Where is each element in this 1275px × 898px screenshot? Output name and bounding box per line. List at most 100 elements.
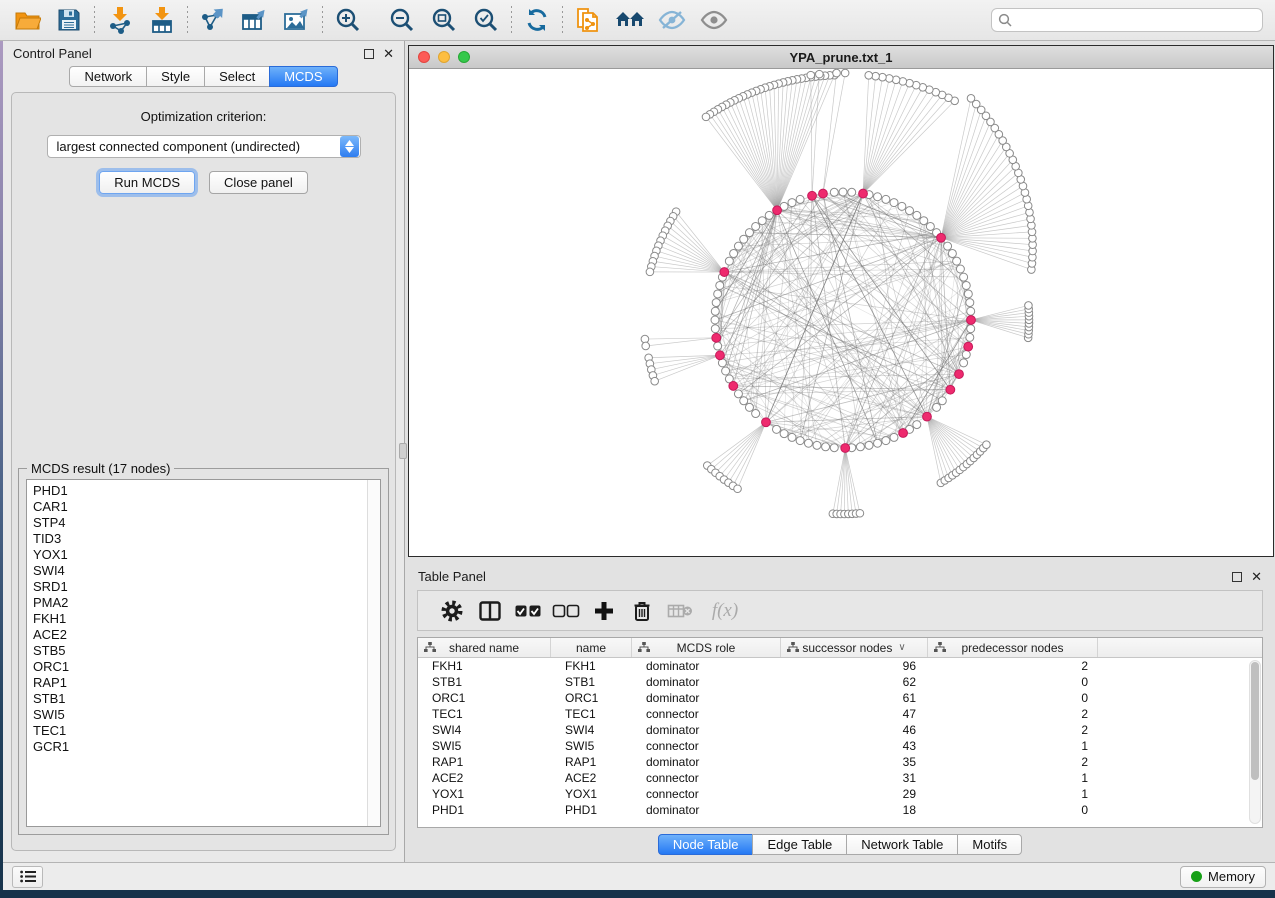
float-panel-icon[interactable]	[364, 49, 374, 59]
mcds-result-item[interactable]: STB5	[33, 643, 380, 659]
split-view-icon[interactable]	[471, 596, 509, 626]
mcds-result-group: MCDS result (17 nodes) PHD1CAR1STP4TID3Y…	[18, 468, 389, 835]
table-row[interactable]: FKH1FKH1dominator962	[418, 658, 1248, 674]
run-mcds-button[interactable]: Run MCDS	[99, 171, 195, 194]
fx-label: f(x)	[712, 600, 738, 622]
zoom-selected-icon[interactable]	[471, 6, 501, 34]
mcds-result-item[interactable]: TEC1	[33, 723, 380, 739]
refresh-view-icon[interactable]	[522, 6, 552, 34]
table-tab-motifs[interactable]: Motifs	[957, 834, 1022, 855]
close-panel-button[interactable]: Close panel	[209, 171, 308, 194]
mcds-result-item[interactable]: STB1	[33, 691, 380, 707]
table-tab-edge-table[interactable]: Edge Table	[752, 834, 847, 855]
table-row[interactable]: ACE2ACE2connector311	[418, 770, 1248, 786]
mcds-result-item[interactable]: PMA2	[33, 595, 380, 611]
memory-status-icon	[1191, 871, 1202, 882]
column-header-shared-name[interactable]: shared name	[418, 638, 551, 657]
float-table-panel-icon[interactable]	[1232, 572, 1242, 582]
tab-network[interactable]: Network	[69, 66, 147, 87]
table-row[interactable]: SWI4SWI4dominator462	[418, 722, 1248, 738]
mcds-panel: Optimization criterion: largest connecte…	[11, 92, 396, 851]
mcds-result-item[interactable]: GCR1	[33, 739, 380, 755]
criterion-dropdown[interactable]: largest connected component (undirected)	[47, 135, 361, 158]
node-table: shared namenameMCDS rolesuccessor nodes∨…	[417, 637, 1263, 828]
delete-table-icon[interactable]	[661, 596, 699, 626]
save-session-icon[interactable]	[54, 6, 84, 34]
close-panel-icon[interactable]: ✕	[383, 49, 394, 59]
network-window-title: YPA_prune.txt_1	[409, 50, 1273, 65]
duplicate-network-icon[interactable]	[573, 6, 603, 34]
table-panel-title: Table Panel	[418, 569, 486, 584]
panel-divider-grip[interactable]	[399, 443, 407, 459]
export-table-icon[interactable]	[240, 6, 270, 34]
mcds-result-list[interactable]: PHD1CAR1STP4TID3YOX1SWI4SRD1PMA2FKH1ACE2…	[26, 479, 381, 827]
delete-column-icon[interactable]	[623, 596, 661, 626]
mcds-result-item[interactable]: STP4	[33, 515, 380, 531]
show-panel-icon[interactable]	[699, 6, 729, 34]
open-session-icon[interactable]	[12, 6, 42, 34]
settings-icon[interactable]	[433, 596, 471, 626]
mcds-result-item[interactable]: PHD1	[33, 483, 380, 499]
table-row[interactable]: PHD1PHD1dominator180	[418, 802, 1248, 818]
mcds-result-item[interactable]: TID3	[33, 531, 380, 547]
export-network-icon[interactable]	[198, 6, 228, 34]
task-history-button[interactable]	[12, 866, 43, 888]
network-canvas[interactable]	[409, 69, 1273, 556]
mcds-result-item[interactable]: ORC1	[33, 659, 380, 675]
control-panel: Control Panel ✕ NetworkStyleSelectMCDS O…	[3, 41, 404, 862]
network-window: YPA_prune.txt_1	[408, 45, 1274, 557]
search-input[interactable]	[1017, 13, 1256, 28]
table-row[interactable]: YOX1YOX1connector291	[418, 786, 1248, 802]
control-panel-tabs: NetworkStyleSelectMCDS	[3, 66, 404, 89]
mcds-result-title: MCDS result (17 nodes)	[27, 461, 174, 476]
import-network-icon[interactable]	[105, 6, 135, 34]
add-column-icon[interactable]	[585, 596, 623, 626]
mcds-list-scrollbar[interactable]	[367, 480, 380, 826]
export-image-icon[interactable]	[282, 6, 312, 34]
mcds-result-item[interactable]: SWI4	[33, 563, 380, 579]
tab-select[interactable]: Select	[204, 66, 270, 87]
mcds-result-item[interactable]: CAR1	[33, 499, 380, 515]
memory-button[interactable]: Memory	[1180, 866, 1266, 888]
mcds-result-item[interactable]: ACE2	[33, 627, 380, 643]
tab-style[interactable]: Style	[146, 66, 205, 87]
table-tab-network-table[interactable]: Network Table	[846, 834, 958, 855]
main-toolbar	[0, 0, 1275, 41]
zoom-fit-icon[interactable]	[429, 6, 459, 34]
mcds-result-item[interactable]: RAP1	[33, 675, 380, 691]
zoom-out-icon[interactable]	[387, 6, 417, 34]
search-box	[991, 8, 1263, 32]
mcds-result-item[interactable]: SWI5	[33, 707, 380, 723]
mcds-result-item[interactable]: YOX1	[33, 547, 380, 563]
table-body: FKH1FKH1dominator962STB1STB1dominator620…	[418, 658, 1248, 827]
tab-mcds[interactable]: MCDS	[269, 66, 337, 87]
table-tabs: Node TableEdge TableNetwork TableMotifs	[658, 834, 1022, 857]
column-header-successor-nodes[interactable]: successor nodes∨	[781, 638, 928, 657]
column-header-filler	[1098, 638, 1262, 657]
column-header-MCDS-role[interactable]: MCDS role	[632, 638, 781, 657]
right-column: YPA_prune.txt_1 Table Panel	[404, 41, 1275, 862]
app-window: Control Panel ✕ NetworkStyleSelectMCDS O…	[3, 0, 1275, 890]
table-row[interactable]: SWI5SWI5connector431	[418, 738, 1248, 754]
table-tab-node-table[interactable]: Node Table	[658, 834, 754, 855]
column-header-predecessor-nodes[interactable]: predecessor nodes	[928, 638, 1098, 657]
select-all-rows-icon[interactable]	[509, 596, 547, 626]
table-scrollbar[interactable]	[1249, 660, 1261, 824]
close-table-panel-icon[interactable]: ✕	[1251, 572, 1262, 582]
mcds-result-item[interactable]: FKH1	[33, 611, 380, 627]
hide-panel-icon[interactable]	[657, 6, 687, 34]
zoom-in-icon[interactable]	[333, 6, 363, 34]
function-builder-icon[interactable]: f(x)	[699, 596, 751, 626]
criterion-dropdown-value: largest connected component (undirected)	[48, 139, 340, 154]
table-row[interactable]: STB1STB1dominator620	[418, 674, 1248, 690]
table-row[interactable]: ORC1ORC1dominator610	[418, 690, 1248, 706]
table-row[interactable]: TEC1TEC1connector472	[418, 706, 1248, 722]
mcds-result-item[interactable]: SRD1	[33, 579, 380, 595]
column-header-name[interactable]: name	[551, 638, 632, 657]
table-row[interactable]: RAP1RAP1dominator352	[418, 754, 1248, 770]
deselect-all-rows-icon[interactable]	[547, 596, 585, 626]
import-table-icon[interactable]	[147, 6, 177, 34]
task-list-icon	[20, 870, 36, 883]
home-icon[interactable]	[615, 6, 645, 34]
table-scrollbar-thumb[interactable]	[1251, 662, 1259, 780]
